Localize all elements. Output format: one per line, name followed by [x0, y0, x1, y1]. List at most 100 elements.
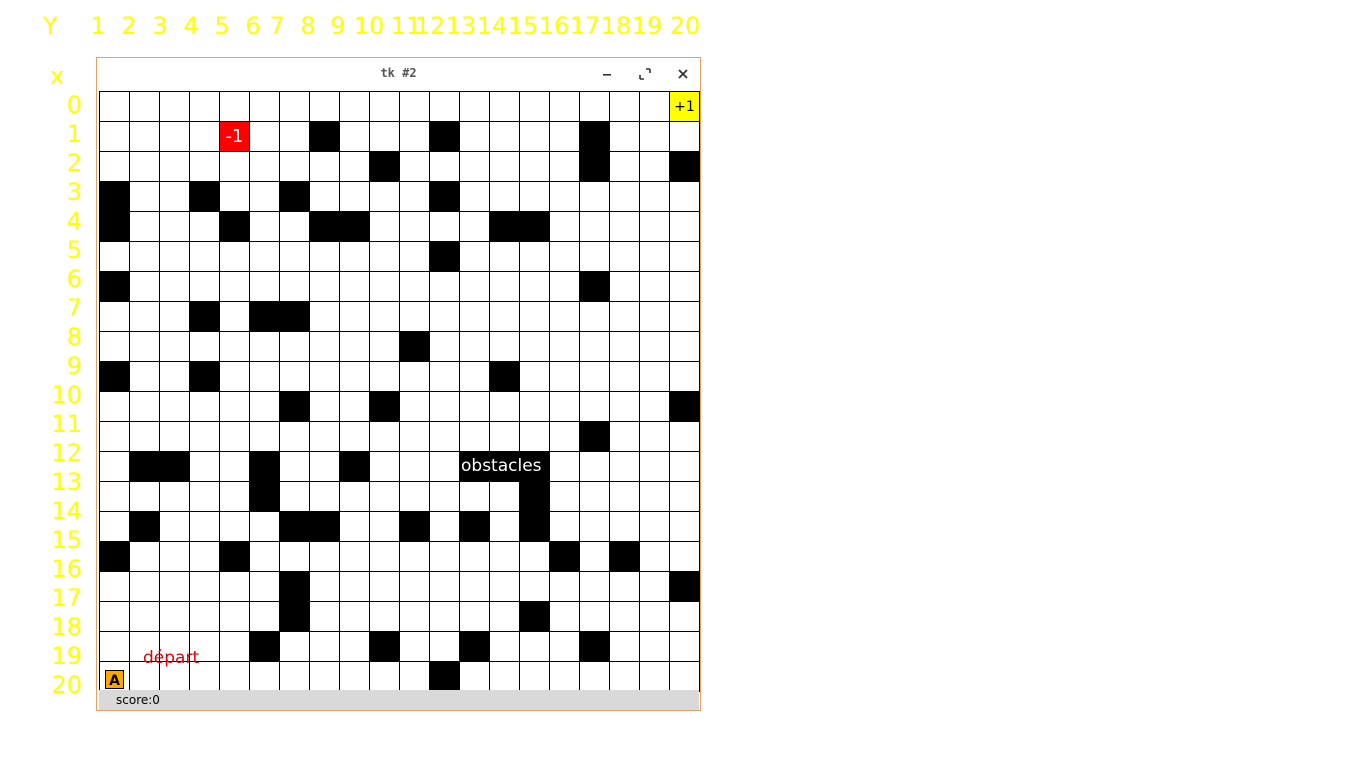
grid-cell	[670, 302, 699, 331]
grid-cell	[430, 632, 459, 661]
grid-cell	[400, 422, 429, 451]
obstacle-cell	[400, 512, 429, 541]
grid-cell	[280, 422, 309, 451]
grid-cell	[670, 242, 699, 271]
column-label-16: 16	[538, 12, 570, 40]
grid-cell	[130, 362, 159, 391]
grid-cell	[220, 662, 249, 691]
column-label-19: 19	[631, 12, 663, 40]
row-label-6: 6	[66, 265, 82, 293]
grid-cell	[520, 632, 549, 661]
grid-cell	[130, 212, 159, 241]
grid-cell	[100, 92, 129, 121]
grid-cell	[550, 392, 579, 421]
minimize-button[interactable]	[597, 64, 617, 84]
grid-cell	[340, 602, 369, 631]
row-label-3: 3	[66, 178, 82, 206]
grid-cell	[430, 512, 459, 541]
grid-cell	[310, 332, 339, 361]
row-label-5: 5	[66, 236, 82, 264]
grid-cell	[160, 152, 189, 181]
grid-cell	[340, 152, 369, 181]
obstacle-cell	[130, 452, 159, 481]
grid-cell	[220, 392, 249, 421]
row-label-20: 20	[51, 671, 82, 699]
grid-cell	[490, 302, 519, 331]
obstacle-cell	[580, 272, 609, 301]
grid-cell	[100, 632, 129, 661]
grid-cell	[280, 362, 309, 391]
y-axis-label: Y	[43, 12, 58, 40]
grid-cell	[280, 122, 309, 151]
grid-cell	[100, 122, 129, 151]
grid-cell	[580, 332, 609, 361]
close-button[interactable]	[673, 64, 693, 84]
grid-cell	[310, 482, 339, 511]
grid-cell	[520, 422, 549, 451]
grid-cell	[160, 92, 189, 121]
grid-cell	[100, 332, 129, 361]
grid-cell	[580, 362, 609, 391]
obstacle-cell	[280, 302, 309, 331]
grid-cell	[250, 212, 279, 241]
grid-cell	[460, 152, 489, 181]
grid-cell	[550, 362, 579, 391]
grid-cell	[400, 152, 429, 181]
grid-cell	[310, 302, 339, 331]
maximize-button[interactable]	[635, 64, 655, 84]
grid-cell	[400, 182, 429, 211]
grid-cell	[640, 632, 669, 661]
grid-cell	[520, 242, 549, 271]
grid-cell	[340, 302, 369, 331]
obstacle-cell	[520, 482, 549, 511]
obstacle-cell	[130, 512, 159, 541]
grid-cell	[400, 212, 429, 241]
grid-cell	[520, 332, 549, 361]
column-label-13: 13	[445, 12, 477, 40]
grid-cell	[250, 242, 279, 271]
grid-cell	[190, 332, 219, 361]
grid-cell	[310, 422, 339, 451]
grid-cell	[490, 242, 519, 271]
grid-cell	[190, 242, 219, 271]
grid-cell	[340, 632, 369, 661]
grid-cell	[250, 512, 279, 541]
obstacle-cell	[670, 572, 699, 601]
obstacle-cell	[370, 632, 399, 661]
grid-cell	[580, 452, 609, 481]
grid-cell	[550, 572, 579, 601]
grid-cell	[220, 482, 249, 511]
column-label-9: 9	[330, 12, 346, 40]
grid-cell	[490, 572, 519, 601]
column-label-6: 6	[245, 12, 261, 40]
grid-cell	[610, 272, 639, 301]
grid-cell	[610, 122, 639, 151]
grid-cell	[580, 482, 609, 511]
grid-cell	[130, 602, 159, 631]
grid-cell	[370, 332, 399, 361]
grid-cell	[250, 362, 279, 391]
grid-cell	[190, 212, 219, 241]
agent-marker: A	[105, 670, 124, 689]
title-bar[interactable]: tk #2	[97, 58, 700, 90]
grid-cell	[310, 632, 339, 661]
grid-cell	[610, 152, 639, 181]
obstacle-cell	[340, 452, 369, 481]
grid-cell	[400, 92, 429, 121]
grid-cell	[160, 392, 189, 421]
row-label-16: 16	[51, 555, 82, 583]
grid-cell	[280, 212, 309, 241]
grid-cell	[160, 272, 189, 301]
grid-cell	[160, 302, 189, 331]
grid-cell	[550, 482, 579, 511]
grid-cell	[370, 302, 399, 331]
grid-cell	[160, 572, 189, 601]
obstacle-cell	[520, 602, 549, 631]
grid-cell	[160, 512, 189, 541]
grid-cell	[130, 272, 159, 301]
grid-cell	[460, 392, 489, 421]
grid-cell	[400, 662, 429, 691]
grid-cell	[310, 182, 339, 211]
grid-cell	[250, 572, 279, 601]
obstacle-cell	[280, 512, 309, 541]
